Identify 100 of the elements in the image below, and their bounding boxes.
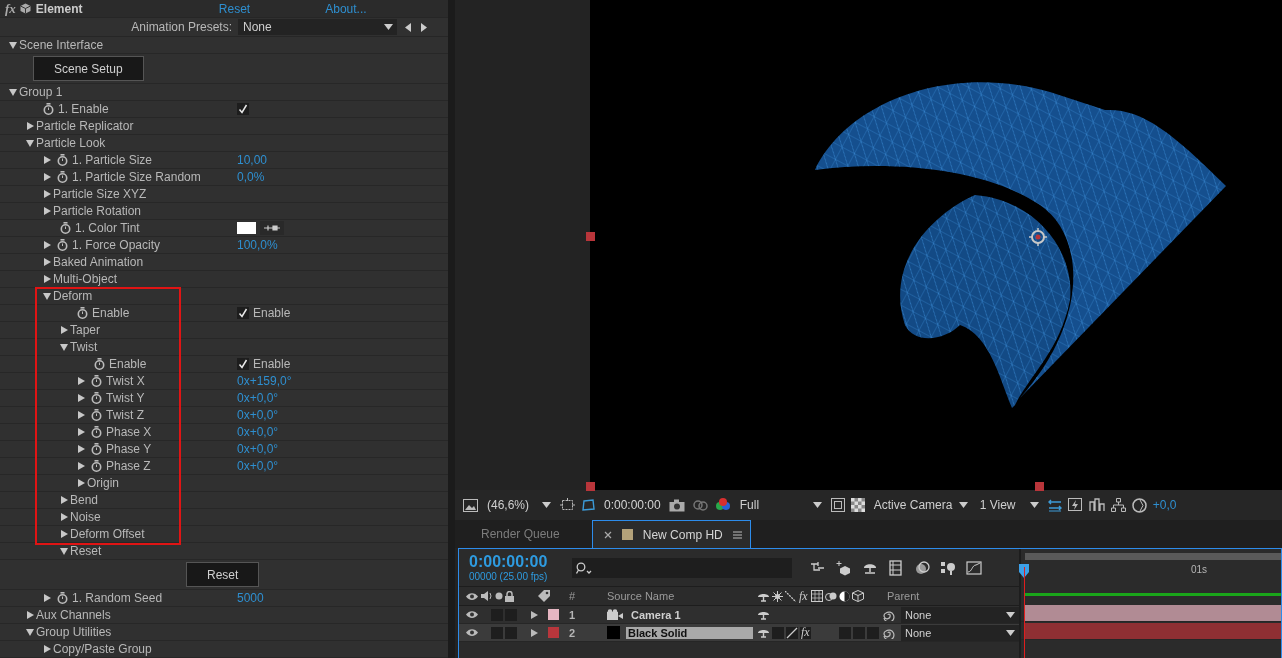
comp-corner-handle[interactable] [1035, 482, 1044, 491]
quality-switch[interactable] [786, 626, 798, 639]
checkbox[interactable] [237, 307, 249, 319]
switch-toggle[interactable] [491, 626, 503, 639]
parameter-value[interactable]: 0x+159,0° [237, 374, 292, 388]
disclosure-triangle-icon[interactable] [60, 326, 68, 334]
stopwatch-icon[interactable] [57, 154, 68, 166]
close-icon[interactable] [603, 530, 612, 539]
disclosure-triangle-icon[interactable] [77, 411, 85, 419]
comp-corner-handle[interactable] [586, 482, 595, 491]
region-of-interest-icon[interactable] [830, 498, 845, 512]
composition-tab[interactable]: New Comp HD [591, 520, 751, 548]
current-time[interactable]: 0:00:00:00 [604, 498, 661, 512]
disclosure-triangle-icon[interactable] [43, 190, 51, 198]
presets-dropdown[interactable]: None [238, 19, 397, 35]
action-button[interactable]: Scene Setup [33, 56, 144, 81]
parent-dropdown[interactable]: None [901, 624, 1019, 641]
parent-dropdown[interactable]: None [901, 606, 1019, 623]
stopwatch-icon[interactable] [91, 409, 102, 421]
disclosure-triangle-icon[interactable] [43, 594, 51, 602]
search-field[interactable] [572, 557, 792, 578]
label-color-swatch[interactable] [548, 609, 559, 620]
disclosure-triangle-icon[interactable] [43, 173, 51, 181]
stopwatch-icon[interactable] [43, 103, 54, 115]
panel-tab[interactable]: Render Queue [455, 520, 586, 548]
checkbox[interactable] [237, 103, 249, 115]
eye-icon[interactable] [465, 610, 479, 619]
disclosure-triangle-icon[interactable] [43, 292, 51, 300]
color-swatch[interactable] [237, 222, 256, 234]
exposure-value[interactable]: +0,0 [1152, 498, 1177, 512]
pick-whip-icon[interactable] [883, 626, 895, 639]
disclosure-triangle-icon[interactable] [43, 275, 51, 283]
switch-toggle[interactable] [838, 626, 851, 639]
disclosure-triangle-icon[interactable] [9, 41, 17, 49]
disclosure-triangle-icon[interactable] [43, 645, 51, 653]
disclosure-triangle-icon[interactable] [26, 122, 34, 130]
image-icon[interactable] [463, 498, 478, 512]
stopwatch-icon[interactable] [60, 222, 71, 234]
disclosure-triangle-icon[interactable] [77, 462, 85, 470]
stopwatch-icon[interactable] [57, 171, 68, 183]
parameter-value[interactable]: 0x+0,0° [237, 425, 279, 439]
disclosure-triangle-icon[interactable] [60, 530, 68, 538]
disclosure-triangle-icon[interactable] [60, 496, 68, 504]
next-arrow-icon[interactable] [421, 22, 427, 32]
eye-icon[interactable] [465, 628, 479, 637]
playhead-marker-icon[interactable] [1019, 564, 1029, 578]
disclosure-triangle-icon[interactable] [43, 156, 51, 164]
layer-name[interactable]: Black Solid [626, 626, 753, 639]
eyedropper-icon[interactable] [260, 221, 284, 235]
stopwatch-icon[interactable] [91, 392, 102, 404]
region-icon[interactable] [560, 498, 575, 512]
disclosure-triangle-icon[interactable] [77, 428, 85, 436]
parameter-value[interactable]: 0,0% [237, 170, 265, 184]
comp-corner-handle[interactable] [586, 232, 595, 241]
sparkle-cube-icon[interactable] [836, 559, 852, 576]
disclosure-triangle-icon[interactable] [60, 343, 68, 351]
parameter-value[interactable]: 5000 [237, 591, 264, 605]
disclosure-triangle-icon[interactable] [26, 139, 34, 147]
disclosure-triangle-icon[interactable] [26, 611, 34, 619]
checkerboard-icon[interactable] [850, 498, 865, 512]
effects-switch[interactable]: fx [800, 626, 811, 639]
stopwatch-icon[interactable] [91, 460, 102, 472]
stopwatch-icon[interactable] [57, 239, 68, 251]
parameter-value[interactable]: 10,00 [237, 153, 268, 167]
hierarchy-icon[interactable] [1110, 498, 1126, 512]
camera-snapshot-icon[interactable] [668, 498, 685, 512]
resize-arrows-icon[interactable] [1047, 498, 1062, 512]
disclosure-triangle-icon[interactable] [77, 394, 85, 402]
parameter-value[interactable]: 100,0% [237, 238, 278, 252]
shy-switch-icon[interactable] [757, 609, 770, 620]
stopwatch-icon[interactable] [94, 358, 105, 370]
disclosure-triangle-icon[interactable] [77, 377, 85, 385]
disclosure-triangle-icon[interactable] [9, 88, 17, 96]
disclosure-triangle-icon[interactable] [77, 479, 85, 487]
layer-duration-bar[interactable] [1025, 604, 1281, 621]
stopwatch-icon[interactable] [77, 307, 88, 319]
reset-link[interactable]: Reset [218, 1, 251, 16]
stopwatch-icon[interactable] [91, 375, 102, 387]
disclosure-triangle-icon[interactable] [60, 547, 68, 555]
channel-circles-icon[interactable] [714, 498, 731, 512]
parameter-value[interactable]: 0x+0,0° [237, 408, 279, 422]
film-frames-icon[interactable] [888, 559, 904, 576]
disclosure-triangle-icon[interactable] [43, 207, 51, 215]
layer-row[interactable]: 1 Camera 1 None [459, 606, 1019, 624]
parameter-value[interactable]: 0x+0,0° [237, 391, 279, 405]
layer-name[interactable]: Camera 1 [629, 608, 753, 621]
label-color-swatch[interactable] [548, 627, 559, 638]
switch-toggle[interactable] [866, 626, 879, 639]
exposure-icon[interactable] [1131, 497, 1147, 513]
switch-toggle[interactable] [852, 626, 865, 639]
graph-editor-icon[interactable] [966, 559, 982, 576]
stopwatch-icon[interactable] [91, 426, 102, 438]
layer-row[interactable]: 2 Black Solid fx None [459, 624, 1019, 642]
pick-whip-icon[interactable] [883, 608, 895, 621]
switch-toggle[interactable] [505, 626, 517, 639]
about-link[interactable]: About... [325, 1, 367, 16]
motion-blur-icon[interactable] [914, 559, 930, 576]
parameter-value[interactable]: 0x+0,0° [237, 459, 279, 473]
stopwatch-icon[interactable] [57, 592, 68, 604]
current-time[interactable]: 0:00:00:00 [469, 553, 564, 571]
